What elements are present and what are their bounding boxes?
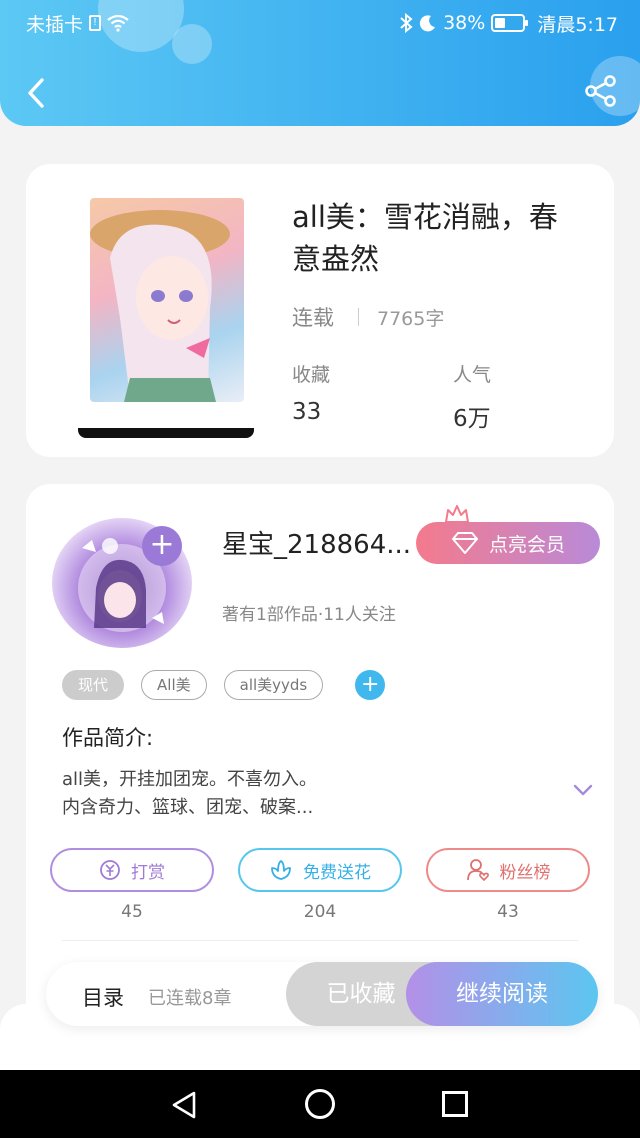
clock: 清晨5:17 [537, 13, 618, 36]
vip-button[interactable]: 点亮会员 [416, 522, 600, 564]
add-tag-button[interactable]: + [355, 670, 386, 700]
author-name[interactable]: 星宝_218864... [222, 524, 418, 561]
popularity-value: 6万 [453, 406, 491, 432]
bluetooth-icon [400, 13, 413, 33]
word-count: 7765字 [377, 307, 445, 330]
book-title: all美：雪花消融，春意盎然 [292, 200, 558, 276]
tag-item[interactable]: 现代 [62, 670, 125, 700]
fans-action: 粉丝榜 43 [426, 848, 590, 922]
battery-percent: 38% [443, 12, 486, 34]
fan-user-icon [466, 859, 489, 882]
collect-stat: 收藏 33 [292, 360, 330, 425]
popularity-stat: 人气 6万 [453, 360, 491, 433]
share-icon[interactable] [584, 74, 618, 108]
action-row: 打赏 45 免费送花 204 粉丝榜 43 [50, 848, 590, 922]
divider [62, 940, 578, 941]
book-meta: 连载 7765字 [292, 302, 444, 332]
serial-chapters: 已连载8章 [148, 988, 232, 1009]
flower-icon [271, 860, 291, 880]
tag-item[interactable]: all美yyds [223, 670, 324, 700]
reward-count: 45 [121, 902, 143, 922]
meta-divider [358, 308, 359, 326]
sim-alert-icon: ! [89, 15, 102, 31]
flower-button[interactable]: 免费送花 [238, 848, 402, 892]
flower-label: 免费送花 [303, 862, 371, 883]
crown-icon [445, 505, 469, 523]
book-info-card: all美：雪花消融，春意盎然 连载 7765字 收藏 33 人气 6万 [26, 164, 614, 457]
flower-action: 免费送花 204 [238, 848, 402, 922]
toc-button[interactable]: 目录 [82, 982, 124, 1012]
follow-plus-button[interactable]: + [142, 526, 182, 566]
intro-heading: 作品简介: [62, 726, 154, 750]
system-nav-bar [0, 1070, 640, 1138]
nav-home-icon[interactable] [305, 1089, 335, 1119]
battery-icon [491, 14, 529, 32]
status-bar: 未插卡 ! 38% 清晨5:17 [26, 8, 618, 38]
collect-label: 收藏 [292, 364, 331, 386]
cover-shadow [78, 428, 254, 438]
cover-illustration [90, 198, 244, 402]
popularity-label: 人气 [453, 364, 492, 386]
author-card: + 星宝_218864... 点亮会员 著有1部作品·11人关注 现代 All美… [26, 484, 614, 1044]
tag-item[interactable]: All美 [141, 670, 207, 700]
header: 未插卡 ! 38% 清晨5:17 [0, 0, 640, 126]
intro-text[interactable]: all美，开挂加团宠。不喜勿入。 内含奇力、篮球、团宠、破案... [62, 766, 532, 822]
chevron-down-icon[interactable] [572, 782, 594, 798]
bottom-action-bar: 目录 已连载8章 已收藏 继续阅读 [46, 962, 598, 1026]
book-cover[interactable] [78, 198, 254, 438]
reward-label: 打赏 [131, 862, 165, 883]
intro-line: all美，开挂加团宠。不喜勿入。 [62, 769, 318, 790]
wifi-icon [107, 14, 129, 32]
fans-count: 43 [497, 902, 519, 922]
coin-icon [100, 860, 120, 880]
flower-count: 204 [303, 902, 337, 922]
carrier-text: 未插卡 [26, 13, 84, 36]
fans-button[interactable]: 粉丝榜 [426, 848, 590, 892]
vip-label: 点亮会员 [488, 533, 565, 556]
author-info: 著有1部作品·11人关注 [222, 605, 396, 625]
anime-girl-illustration [90, 210, 230, 402]
serial-status: 连载 [292, 306, 334, 330]
reward-button[interactable]: 打赏 [50, 848, 214, 892]
intro-line: 内含奇力、篮球、团宠、破案... [62, 797, 314, 818]
reward-action: 打赏 45 [50, 848, 214, 922]
collect-value: 33 [292, 399, 322, 425]
nav-recent-icon[interactable] [442, 1091, 468, 1117]
fans-label: 粉丝榜 [499, 862, 551, 883]
chevron-left-icon[interactable] [22, 74, 52, 112]
continue-reading-button[interactable]: 继续阅读 [406, 962, 598, 1026]
battery-level [495, 18, 506, 28]
diamond-icon [451, 532, 478, 554]
tag-list: 现代 All美 all美yyds + [62, 670, 386, 700]
moon-icon [419, 15, 436, 32]
nav-back-icon[interactable] [170, 1090, 198, 1120]
